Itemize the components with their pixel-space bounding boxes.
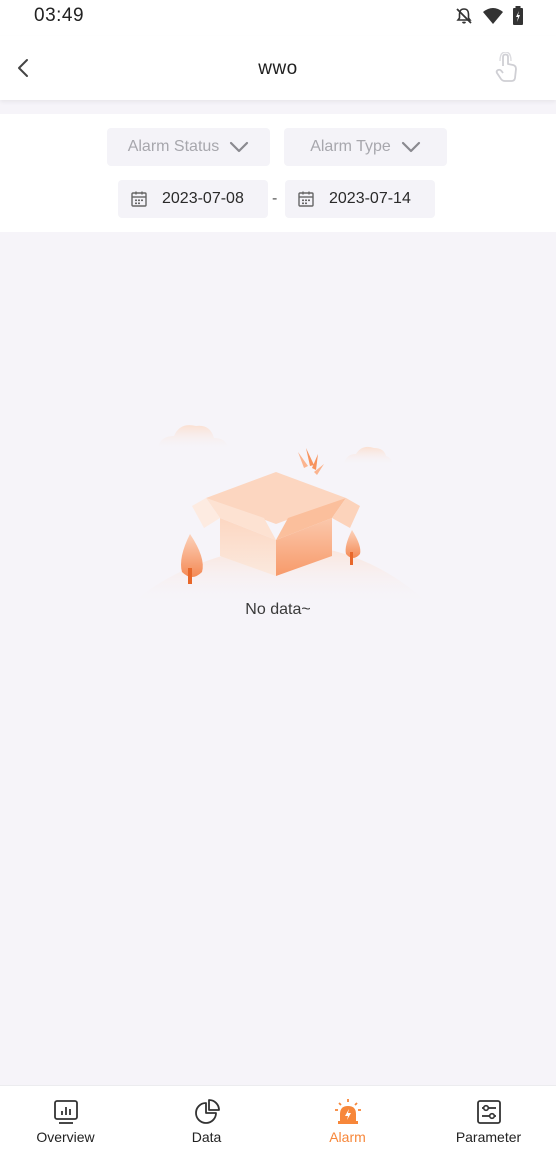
nav-label-alarm: Alarm <box>329 1129 366 1145</box>
calendar-icon <box>131 191 147 207</box>
nav-label-parameter: Parameter <box>455 1129 522 1145</box>
status-icons <box>454 6 524 26</box>
filter-panel: Alarm Status Alarm Type 2023-07-08 - 202… <box>0 114 556 232</box>
sliders-icon <box>476 1100 501 1124</box>
alarm-type-dropdown[interactable]: Alarm Type <box>284 128 447 166</box>
status-bar: 03:49 <box>0 0 556 36</box>
bottom-nav: Overview Data Alarm Parameter <box>0 1085 556 1157</box>
empty-state-message: No data~ <box>245 601 311 618</box>
wifi-icon <box>482 6 504 26</box>
alarm-status-label: Alarm Status <box>127 138 220 155</box>
status-time: 03:49 <box>34 5 85 26</box>
nav-item-parameter[interactable]: Parameter <box>419 1086 556 1157</box>
page-title: wwo <box>258 58 298 79</box>
alarm-page: 03:49 wwo Alarm Status Alarm Type 2023-0… <box>0 0 556 1157</box>
empty-box-illustration <box>130 425 430 605</box>
touch-icon <box>495 51 517 82</box>
chart-monitor-icon <box>53 1100 78 1124</box>
pie-chart-icon <box>194 1099 220 1124</box>
alarm-siren-icon <box>334 1099 361 1124</box>
alarm-status-dropdown[interactable]: Alarm Status <box>107 128 270 166</box>
start-date-value: 2023-07-08 <box>162 190 244 207</box>
calendar-icon <box>298 191 314 207</box>
touch-button[interactable] <box>492 51 522 84</box>
nav-label-data: Data <box>191 1129 222 1145</box>
app-header: wwo <box>0 36 556 100</box>
end-date-value: 2023-07-14 <box>329 190 411 207</box>
bell-off-icon <box>454 6 474 26</box>
nav-item-data[interactable]: Data <box>137 1086 276 1157</box>
nav-label-overview: Overview <box>36 1129 95 1145</box>
alarm-type-label: Alarm Type <box>310 138 391 155</box>
battery-icon <box>512 6 524 26</box>
date-separator: - <box>272 190 278 207</box>
chevron-down-icon <box>401 141 420 153</box>
chevron-down-icon <box>230 141 249 153</box>
nav-item-alarm[interactable]: Alarm <box>278 1086 417 1157</box>
start-date-field[interactable]: 2023-07-08 <box>118 180 268 218</box>
end-date-field[interactable]: 2023-07-14 <box>285 180 435 218</box>
nav-item-overview[interactable]: Overview <box>0 1086 135 1157</box>
